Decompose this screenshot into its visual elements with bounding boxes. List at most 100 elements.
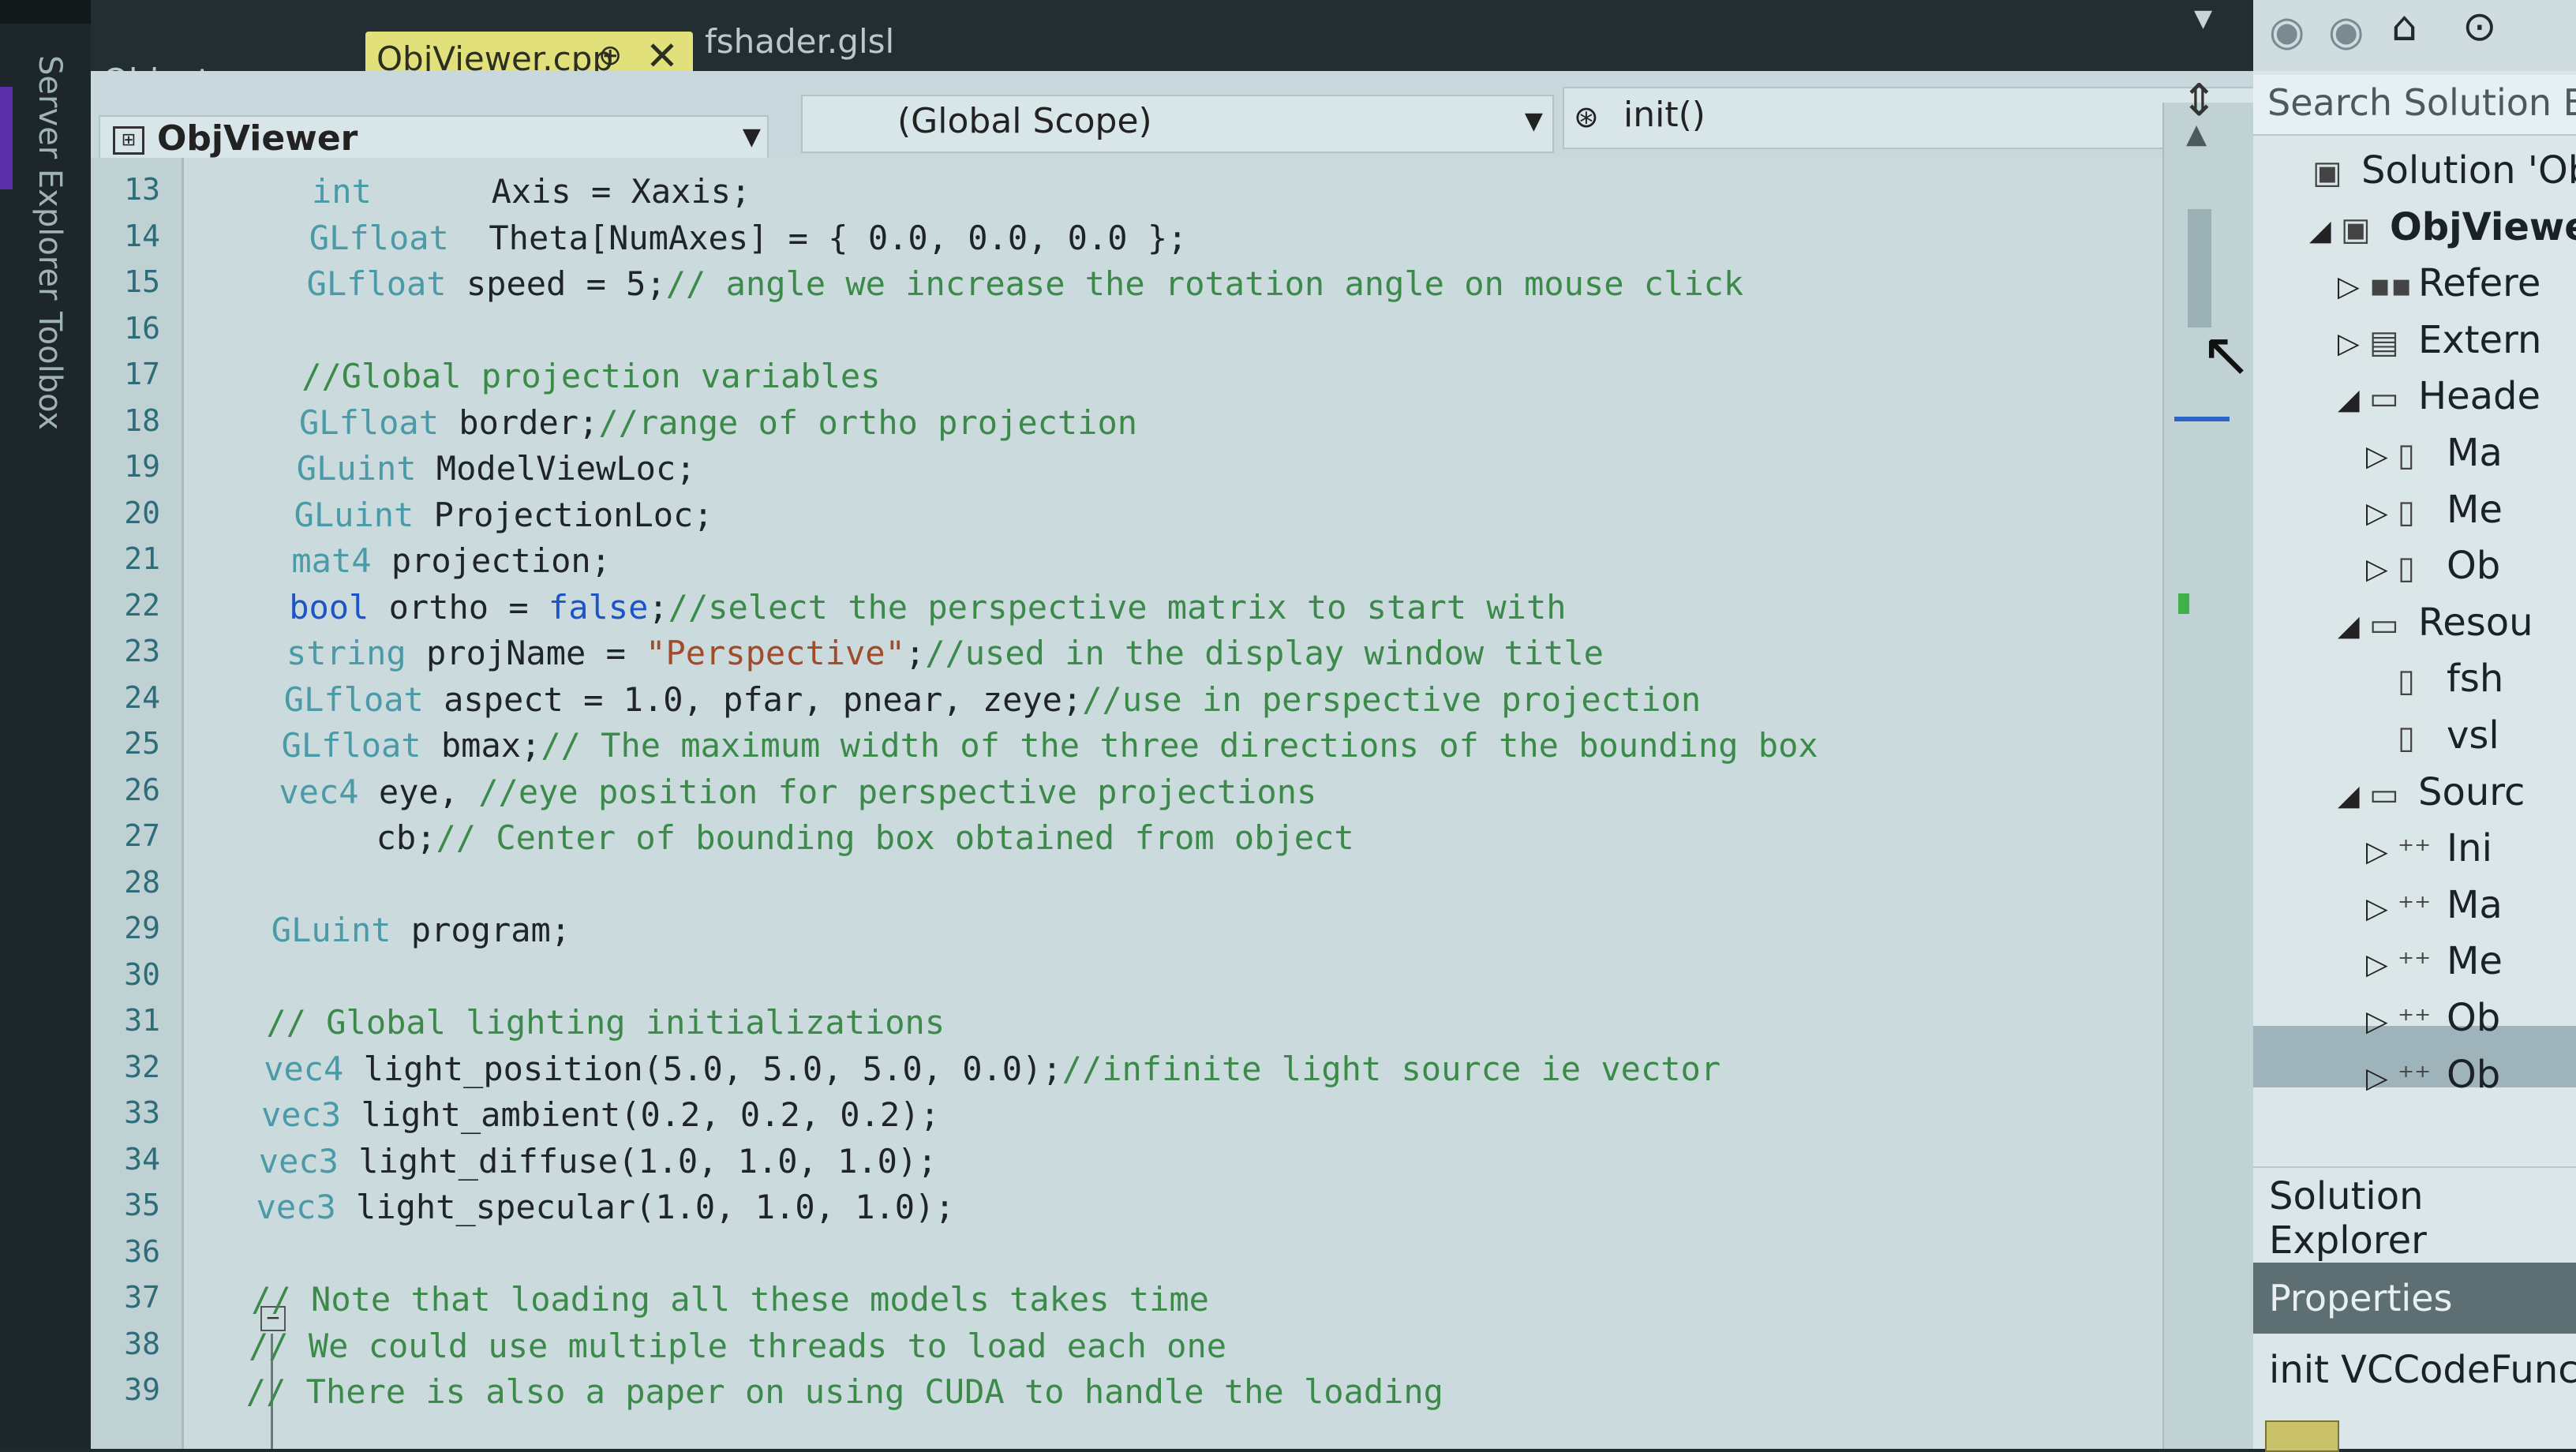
search-input[interactable]: Search Solution Ex xyxy=(2267,81,2576,124)
expand-arrow-icon[interactable]: ◢ xyxy=(2338,384,2369,416)
properties-object-selector[interactable]: init VCCodeFunc xyxy=(2269,1348,2576,1392)
code-token: program; xyxy=(391,911,571,949)
file-icon: ▯ xyxy=(2398,720,2416,756)
tree-item-label: Ob xyxy=(2447,996,2501,1040)
code-token: //use in perspective projection xyxy=(1082,679,1702,719)
code-token: // We could use multiple threads to load… xyxy=(249,1326,1227,1365)
home-icon[interactable]: ⌂ xyxy=(2391,3,2417,51)
tree-item[interactable]: ▷ ⁺⁺ Ma xyxy=(2366,883,2503,927)
code-line[interactable]: vec4 light_position(5.0, 5.0, 5.0, 0.0);… xyxy=(264,1050,1720,1095)
tree-item[interactable]: ▷ ▪▪ Refere xyxy=(2338,261,2540,305)
scrollbar-thumb[interactable] xyxy=(2188,209,2211,327)
code-line[interactable]: vec4 eye, //eye position for perspective… xyxy=(279,773,1316,818)
expand-arrow-icon[interactable]: ▷ xyxy=(2366,893,2398,925)
tree-item[interactable]: ▷ ⁺⁺ Me xyxy=(2366,939,2503,983)
code-token: vec4 xyxy=(264,1049,344,1088)
expand-arrow-icon[interactable]: ▷ xyxy=(2366,1062,2398,1095)
expand-arrow-icon[interactable]: ▷ xyxy=(2366,949,2398,981)
line-number: 16 xyxy=(124,310,160,346)
tree-item[interactable]: ▷ ⁺⁺ Ob xyxy=(2366,1053,2500,1097)
solution-explorer-search[interactable]: Search Solution Ex xyxy=(2253,75,2576,136)
tree-item[interactable]: ▷ ⁺⁺ Ini xyxy=(2366,826,2492,870)
scope-dropdown[interactable]: (Global Scope) ▼ xyxy=(801,95,1554,153)
code-line[interactable]: vec3 light_ambient(0.2, 0.2, 0.2); xyxy=(261,1095,940,1141)
file-icon: ▣ xyxy=(2341,211,2371,248)
tree-item-label: Extern xyxy=(2418,317,2542,362)
expand-arrow-icon[interactable]: ▷ xyxy=(2338,271,2369,303)
code-line[interactable]: bool ortho = false;//select the perspect… xyxy=(289,588,1566,634)
code-line[interactable]: GLfloat aspect = 1.0, pfar, pnear, zeye;… xyxy=(284,680,1701,726)
tree-item[interactable]: ▷ ▤ Extern xyxy=(2338,318,2541,362)
line-number: 21 xyxy=(124,541,160,576)
code-line[interactable]: GLuint ModelViewLoc; xyxy=(297,449,696,495)
scroll-up-icon[interactable]: ▲ xyxy=(2186,118,2207,150)
file-icon: ▭ xyxy=(2369,776,2399,813)
code-line[interactable]: vec3 light_specular(1.0, 1.0, 1.0); xyxy=(256,1188,955,1233)
member-dropdown[interactable]: ⊛ init() xyxy=(1563,87,2260,149)
line-number: 23 xyxy=(124,634,160,668)
sync-icon[interactable]: ⊙ xyxy=(2462,3,2497,51)
expand-arrow-icon[interactable]: ▷ xyxy=(2366,497,2398,530)
expand-arrow-icon[interactable]: ▷ xyxy=(2366,1005,2398,1038)
code-token: "Perspective" xyxy=(646,634,905,672)
code-token: // There is also a paper on using CUDA t… xyxy=(245,1372,1443,1411)
code-token: // Note that loading all these models ta… xyxy=(251,1280,1209,1319)
scrollbar-caret-marker xyxy=(2174,417,2230,421)
server-explorer-tab[interactable]: Server Explorer xyxy=(32,55,68,300)
code-token: vec3 xyxy=(261,1095,342,1134)
code-line[interactable]: GLfloat border;//range of ortho projecti… xyxy=(299,403,1137,449)
tree-item[interactable]: ▷ ▯ Ob xyxy=(2366,544,2500,588)
code-line[interactable]: GLfloat Theta[NumAxes] = { 0.0, 0.0, 0.0… xyxy=(309,219,1188,264)
tree-item[interactable]: ▯ vsl xyxy=(2366,713,2499,758)
code-token: ModelViewLoc; xyxy=(416,449,696,488)
line-number: 26 xyxy=(124,772,160,807)
file-icon: ▯ xyxy=(2398,493,2416,530)
code-line[interactable]: // Note that loading all these models ta… xyxy=(251,1280,1209,1326)
tab-fshader-glsl[interactable]: fshader.glsl xyxy=(705,22,894,61)
expand-arrow-icon[interactable]: ◢ xyxy=(2338,610,2369,642)
code-token: bool xyxy=(289,587,369,627)
tree-item[interactable]: ▷ ▯ Me xyxy=(2366,488,2503,532)
file-icon: ▤ xyxy=(2369,324,2399,361)
expand-arrow-icon[interactable]: ◢ xyxy=(2338,780,2369,812)
code-line[interactable]: vec3 light_diffuse(1.0, 1.0, 1.0); xyxy=(259,1142,938,1188)
expand-arrow-icon[interactable]: ▷ xyxy=(2366,553,2398,586)
back-icon[interactable]: ◉ xyxy=(2269,8,2305,55)
code-line[interactable]: // There is also a paper on using CUDA t… xyxy=(246,1372,1443,1418)
expand-arrow-icon[interactable]: ◢ xyxy=(2309,215,2341,247)
code-line[interactable]: // Global lighting initializations xyxy=(266,1003,945,1049)
expand-arrow-icon[interactable]: ▷ xyxy=(2366,440,2398,473)
tree-item[interactable]: ◢ ▭ Sourc xyxy=(2338,770,2525,814)
code-token: projection; xyxy=(371,541,611,580)
tree-item[interactable]: ▯ fsh xyxy=(2366,657,2503,701)
forward-icon[interactable]: ◉ xyxy=(2328,8,2364,55)
pin-icon[interactable]: ⊕ xyxy=(598,39,622,72)
tree-item[interactable]: ◢ ▣ ObjViewe xyxy=(2309,205,2576,249)
chevron-down-icon: ▼ xyxy=(1524,107,1543,135)
expand-arrow-icon[interactable]: ▷ xyxy=(2338,327,2369,360)
solution-explorer-tab[interactable]: Solution Explorer xyxy=(2253,1166,2576,1263)
code-line[interactable]: GLuint ProjectionLoc; xyxy=(294,496,713,541)
code-line[interactable]: GLuint program; xyxy=(271,911,571,956)
code-token: GLfloat xyxy=(306,264,447,303)
tree-item[interactable]: ◢ ▭ Resou xyxy=(2338,601,2533,645)
properties-header: Properties xyxy=(2253,1263,2576,1334)
code-line[interactable]: // We could use multiple threads to load… xyxy=(249,1327,1226,1372)
properties-category-icon[interactable] xyxy=(2265,1420,2339,1452)
code-line[interactable]: mat4 projection; xyxy=(291,541,611,587)
expand-arrow-icon[interactable]: ▷ xyxy=(2366,836,2398,868)
line-number: 28 xyxy=(124,864,160,900)
code-line[interactable]: string projName = "Perspective";//used i… xyxy=(286,634,1604,679)
tree-item[interactable]: ▣ Solution 'Obj xyxy=(2281,148,2576,193)
code-line[interactable]: //Global projection variables xyxy=(301,357,880,402)
code-line[interactable]: int Axis = Xaxis; xyxy=(312,172,751,218)
toolbox-tab[interactable]: Toolbox xyxy=(32,312,68,430)
code-line[interactable]: GLfloat bmax;// The maximum width of the… xyxy=(282,726,1818,772)
tree-item[interactable]: ▷ ▯ Ma xyxy=(2366,431,2503,475)
code-line[interactable]: GLfloat speed = 5;// angle we increase t… xyxy=(307,264,1744,310)
tab-list-dropdown-icon[interactable]: ▼ xyxy=(2194,5,2212,32)
code-line[interactable]: cb;// Center of bounding box obtained fr… xyxy=(276,818,1354,864)
tree-item[interactable]: ◢ ▭ Heade xyxy=(2338,374,2540,418)
tree-item[interactable]: ▷ ⁺⁺ Ob xyxy=(2366,996,2500,1040)
file-icon: ▭ xyxy=(2369,606,2399,643)
